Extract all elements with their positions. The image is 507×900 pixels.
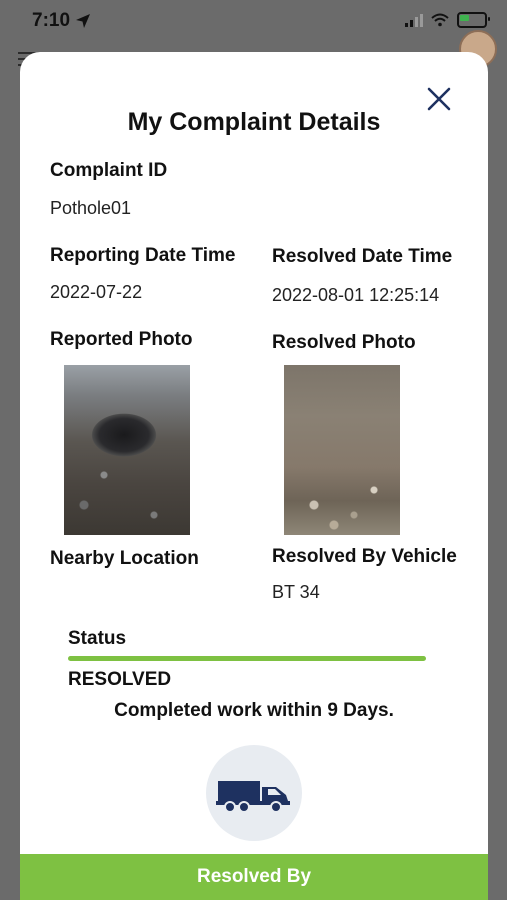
reported-photo-label: Reported Photo xyxy=(50,329,193,350)
resolved-by-button[interactable]: Resolved By xyxy=(20,854,488,900)
location-arrow-icon xyxy=(76,14,91,28)
resolved-photo[interactable] xyxy=(284,365,400,535)
complaint-details-modal: My Complaint Details Complaint ID Pothol… xyxy=(20,52,488,900)
status-time-group: 7:10 xyxy=(32,10,91,32)
wifi-icon xyxy=(431,13,449,27)
clock-time: 7:10 xyxy=(32,10,71,31)
complaint-id-label: Complaint ID xyxy=(50,160,168,181)
modal-title: My Complaint Details xyxy=(127,108,381,136)
status-progress-bar xyxy=(68,656,426,661)
battery-icon xyxy=(457,12,490,28)
cellular-signal-icon xyxy=(405,13,423,27)
resolved-vehicle-label: Resolved By Vehicle xyxy=(272,546,457,567)
status-value: RESOLVED xyxy=(68,669,172,690)
reporting-date-value: 2022-07-22 xyxy=(50,282,143,302)
status-label: Status xyxy=(68,628,127,649)
complaint-id-value: Pothole01 xyxy=(50,198,132,218)
reporting-date-label: Reporting Date Time xyxy=(50,245,236,266)
resolved-date-value: 2022-08-01 12:25:14 xyxy=(272,285,440,305)
status-bar: 7:10 xyxy=(0,0,507,44)
reported-photo[interactable] xyxy=(64,365,190,535)
status-icons xyxy=(405,12,490,28)
resolved-vehicle-value: BT 34 xyxy=(272,582,320,602)
truck-badge xyxy=(206,745,302,841)
truck-icon xyxy=(216,781,290,813)
nearby-location-label: Nearby Location xyxy=(50,548,199,569)
resolved-photo-label: Resolved Photo xyxy=(272,332,416,353)
resolved-date-label: Resolved Date Time xyxy=(272,246,453,267)
completed-message: Completed work within 9 Days. xyxy=(114,700,394,721)
